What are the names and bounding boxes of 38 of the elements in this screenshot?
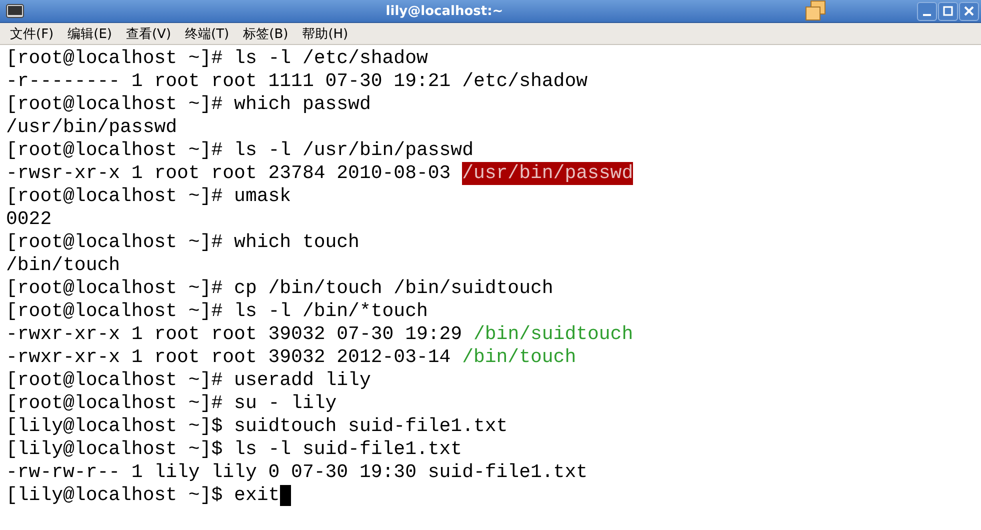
- terminal-text: -r-------- 1 root root 1111 07-30 19:21 /etc/shadow: [6, 70, 588, 93]
- menu-item[interactable]: 标签(B): [243, 24, 288, 42]
- terminal-text: [root@localhost ~]# which passwd: [6, 93, 371, 116]
- terminal-text: -rwxr-xr-x 1 root root 39032 2012-03-14: [6, 346, 452, 369]
- terminal-text: [root@localhost ~]# cp /bin/touch /bin/suidtouch: [6, 277, 554, 300]
- close-icon: [964, 6, 974, 16]
- terminal-text: [lily@localhost ~]$ suidtouch suid-file1.txt: [6, 415, 508, 438]
- menu-item[interactable]: 终端(T): [185, 24, 230, 42]
- minimize-button[interactable]: [917, 2, 937, 20]
- terminal-text: [root@localhost ~]# su - lily: [6, 392, 337, 415]
- terminal-text: -rw-rw-r-- 1 lily lily 0 07-30 19:30 suid-file1.txt: [6, 461, 588, 484]
- terminal-text: [lily@localhost ~]$ ls -l suid-file1.txt: [6, 438, 462, 461]
- terminal-text: /usr/bin/passwd: [6, 116, 178, 139]
- menu-item[interactable]: 文件(F): [10, 24, 54, 42]
- terminal-text: [root@localhost ~]# ls -l /bin/*touch: [6, 300, 428, 323]
- menu-item[interactable]: 帮助(H): [302, 24, 348, 42]
- terminal-text: [root@localhost ~]# ls -l /usr/bin/passwd: [6, 139, 474, 162]
- highlighted-path: /usr/bin/passwd: [462, 162, 634, 185]
- terminal-icon: [6, 4, 24, 18]
- menu-item[interactable]: 查看(V): [126, 24, 172, 42]
- terminal-text: [root@localhost ~]# umask: [6, 185, 292, 208]
- executable-path: /bin/touch: [462, 346, 576, 369]
- terminal-text: -rwxr-xr-x 1 root root 39032 07-30 19:29: [6, 323, 464, 346]
- maximize-button[interactable]: [938, 2, 958, 20]
- terminal-text: [root@localhost ~]# useradd lily: [6, 369, 371, 392]
- windows-stack-icon[interactable]: [805, 0, 827, 22]
- terminal-text: -rwsr-xr-x 1 root root 23784 2010-08-03: [6, 162, 452, 185]
- maximize-icon: [943, 6, 953, 16]
- terminal-text: /bin/touch: [6, 254, 120, 277]
- minimize-icon: [923, 14, 931, 16]
- window-title: lily@localhost:~: [384, 4, 504, 18]
- terminal-text: [lily@localhost ~]$ exit: [6, 484, 280, 507]
- terminal-text: [root@localhost ~]# ls -l /etc/shadow: [6, 47, 428, 70]
- executable-path: /bin/suidtouch: [473, 323, 634, 346]
- close-button[interactable]: [959, 2, 979, 20]
- menu-item[interactable]: 编辑(E): [68, 24, 112, 42]
- terminal-text: [root@localhost ~]# which touch: [6, 231, 360, 254]
- terminal-text: 0022: [6, 208, 52, 231]
